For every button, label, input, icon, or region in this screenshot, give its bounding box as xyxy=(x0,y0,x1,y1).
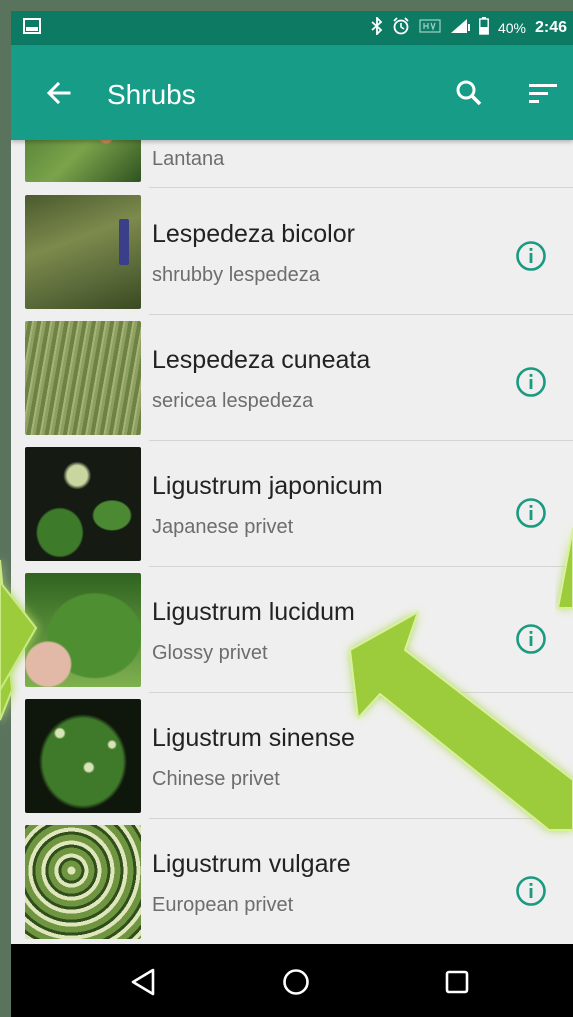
list-item[interactable]: Ligustrum lucidum Glossy privet xyxy=(11,567,573,693)
list-item[interactable]: Lantana xyxy=(11,140,573,188)
info-icon xyxy=(516,876,546,906)
status-bar: 40% 2:46 xyxy=(11,11,573,45)
thumbnail-image xyxy=(25,699,141,813)
info-button[interactable] xyxy=(514,622,548,656)
status-time: 2:46 xyxy=(534,19,567,36)
bluetooth-icon xyxy=(371,15,383,39)
common-name: shrubby lespedeza xyxy=(152,264,320,286)
home-circle-icon xyxy=(283,969,309,995)
common-name: sericea lespedeza xyxy=(152,390,314,412)
info-button[interactable] xyxy=(514,239,548,273)
sort-icon xyxy=(529,84,557,103)
battery-icon xyxy=(479,17,489,39)
volte-icon xyxy=(419,19,441,37)
image-icon xyxy=(23,18,41,38)
list-item[interactable]: Ligustrum sinense Chinese privet xyxy=(11,693,573,819)
alarm-icon xyxy=(392,17,410,39)
recents-square-icon xyxy=(445,970,469,994)
nav-home-button[interactable] xyxy=(278,964,314,1000)
list-item[interactable]: Lespedeza cuneata sericea lespedeza xyxy=(11,315,573,441)
arrow-left-icon xyxy=(46,81,71,105)
system-nav-bar xyxy=(11,944,573,1017)
thumbnail-image xyxy=(25,573,141,687)
back-button[interactable] xyxy=(41,75,77,111)
info-button[interactable] xyxy=(514,365,548,399)
common-name: Glossy privet xyxy=(152,642,268,664)
scientific-name: Ligustrum vulgare xyxy=(152,850,351,878)
battery-percent: 40% xyxy=(497,20,526,36)
thumbnail-image xyxy=(25,447,141,561)
page-title: Shrubs xyxy=(107,79,196,110)
thumbnail-image xyxy=(25,195,141,309)
common-name: Chinese privet xyxy=(152,768,280,790)
scientific-name: Lespedeza cuneata xyxy=(152,346,371,374)
common-name: European privet xyxy=(152,894,294,916)
info-button[interactable] xyxy=(514,496,548,530)
back-triangle-icon xyxy=(131,968,155,996)
thumbnail-image xyxy=(25,140,141,182)
app-bar: Shrubs xyxy=(11,45,573,140)
info-icon xyxy=(516,498,546,528)
common-name: Lantana xyxy=(152,148,225,170)
search-button[interactable] xyxy=(451,75,487,111)
scientific-name: Ligustrum sinense xyxy=(152,724,355,752)
shrub-list[interactable]: Lantana Lespedeza bicolor shrubby lesped… xyxy=(11,140,573,944)
thumbnail-image xyxy=(25,321,141,435)
common-name: Japanese privet xyxy=(152,516,294,538)
list-item[interactable]: Ligustrum japonicum Japanese privet xyxy=(11,441,573,567)
info-button[interactable] xyxy=(514,874,548,908)
list-item[interactable]: Ligustrum vulgare European privet xyxy=(11,819,573,944)
signal-icon xyxy=(450,18,470,38)
thumbnail-image xyxy=(25,825,141,939)
list-item[interactable]: Lespedeza bicolor shrubby lespedeza xyxy=(11,189,573,315)
info-icon xyxy=(516,367,546,397)
search-icon xyxy=(456,80,482,106)
info-icon xyxy=(516,624,546,654)
scientific-name: Ligustrum lucidum xyxy=(152,598,355,626)
divider xyxy=(149,187,573,188)
sort-button[interactable] xyxy=(523,75,563,111)
phone-screen: 40% 2:46 Shrubs Lantana Lespedeza bicolo… xyxy=(11,11,573,1017)
scientific-name: Ligustrum japonicum xyxy=(152,472,383,500)
info-icon xyxy=(516,241,546,271)
nav-back-button[interactable] xyxy=(125,964,161,1000)
scientific-name: Lespedeza bicolor xyxy=(152,220,355,248)
nav-recents-button[interactable] xyxy=(439,964,475,1000)
